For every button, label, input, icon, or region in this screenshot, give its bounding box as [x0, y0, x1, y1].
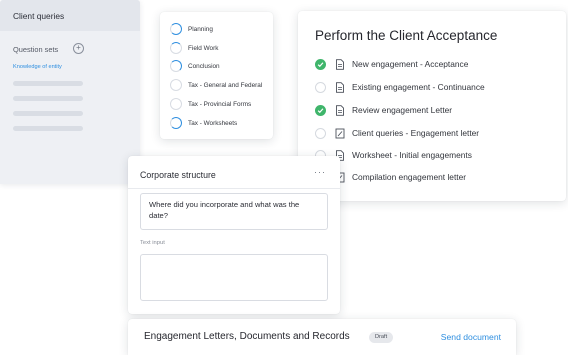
- progress-ring-icon: [170, 117, 182, 129]
- text-input-field[interactable]: [140, 254, 328, 301]
- question-sets-label: Question sets: [13, 45, 59, 54]
- client-queries-panel: Client queries Question sets + Knowledge…: [0, 0, 140, 184]
- phase-item-field-work[interactable]: Field Work: [170, 41, 218, 55]
- phase-item-conclusion[interactable]: Conclusion: [170, 59, 220, 73]
- check-icon[interactable]: [315, 104, 326, 116]
- placeholder-line: [13, 126, 83, 131]
- progress-ring-icon: [170, 79, 182, 91]
- document-icon: [336, 58, 344, 70]
- question-set-link[interactable]: Knowledge of entity: [13, 64, 62, 70]
- phase-label: Tax - Provincial Forms: [188, 100, 252, 108]
- phase-label: Field Work: [188, 44, 219, 52]
- acceptance-title: Perform the Client Acceptance: [315, 28, 498, 43]
- card-title: Corporate structure: [140, 170, 216, 180]
- status-badge: Draft: [369, 332, 394, 343]
- task-label: Compilation engagement letter: [352, 172, 467, 182]
- task-row[interactable]: Review engagement Letter: [315, 103, 452, 117]
- phase-item-tax-worksheets[interactable]: Tax - Worksheets: [170, 116, 237, 130]
- phase-label: Tax - Worksheets: [188, 119, 238, 127]
- progress-ring-icon: [170, 60, 182, 72]
- task-row[interactable]: Existing engagement - Continuance: [315, 80, 485, 94]
- progress-ring-icon: [170, 98, 182, 110]
- edit-document-icon: [335, 128, 345, 138]
- question-box: Where did you incorporate and what was t…: [140, 193, 328, 230]
- placeholder-line: [13, 96, 83, 101]
- phase-label: Planning: [188, 25, 213, 33]
- task-label: New engagement - Acceptance: [352, 59, 469, 69]
- phase-item-planning[interactable]: Planning: [170, 22, 213, 36]
- document-icon: [336, 81, 344, 93]
- check-icon[interactable]: [315, 58, 326, 70]
- more-options-icon[interactable]: ···: [314, 167, 326, 177]
- phase-label: Tax - General and Federal: [188, 81, 263, 89]
- task-label: Worksheet - Initial engagements: [352, 150, 472, 160]
- text-input-label: Text input: [140, 240, 165, 246]
- send-document-link[interactable]: Send document: [441, 332, 501, 342]
- phase-item-tax-provincial[interactable]: Tax - Provincial Forms: [170, 97, 251, 111]
- document-icon: [336, 104, 344, 116]
- task-label: Review engagement Letter: [352, 105, 453, 115]
- task-row[interactable]: Client queries - Engagement letter: [315, 126, 479, 140]
- task-label: Existing engagement - Continuance: [352, 82, 485, 92]
- progress-ring-icon: [170, 23, 182, 35]
- panel-title: Client queries: [13, 11, 65, 21]
- placeholder-line: [13, 81, 83, 86]
- divider: [128, 188, 340, 189]
- progress-ring-icon: [170, 42, 182, 54]
- task-row[interactable]: New engagement - Acceptance: [315, 57, 468, 71]
- engagement-letters-bar: Engagement Letters, Documents and Record…: [128, 319, 516, 355]
- section-title: Engagement Letters, Documents and Record…: [144, 331, 350, 342]
- phases-card: Planning Field Work Conclusion Tax - Gen…: [160, 12, 273, 139]
- phase-item-tax-general[interactable]: Tax - General and Federal: [170, 78, 262, 92]
- task-label: Client queries - Engagement letter: [352, 128, 480, 138]
- add-question-set-icon[interactable]: +: [73, 43, 84, 54]
- status-circle-icon[interactable]: [315, 127, 326, 139]
- corporate-structure-card: Corporate structure ··· Where did you in…: [128, 156, 340, 314]
- phase-label: Conclusion: [188, 62, 220, 70]
- status-circle-icon[interactable]: [315, 81, 326, 93]
- placeholder-line: [13, 111, 83, 116]
